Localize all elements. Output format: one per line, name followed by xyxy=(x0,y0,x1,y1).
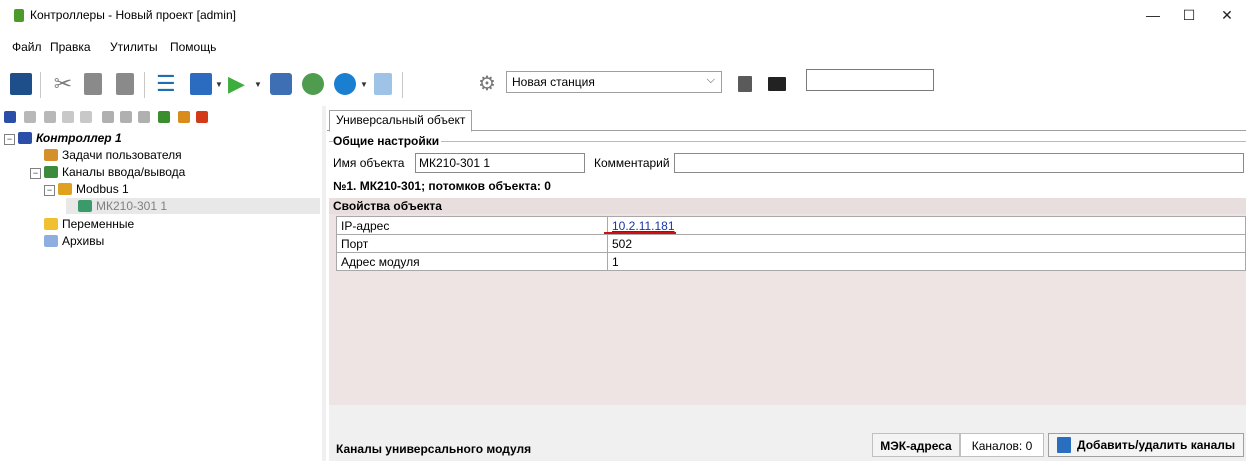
add-remove-channels-button[interactable]: Добавить/удалить каналы xyxy=(1048,433,1244,457)
channels-title: Каналы универсального модуля xyxy=(336,442,532,456)
add-variable-icon[interactable] xyxy=(80,111,92,123)
mek-addresses-tab[interactable]: МЭК-адреса xyxy=(872,433,960,457)
debug-icon[interactable] xyxy=(334,73,356,95)
tree-item-label: Каналы ввода/вывода xyxy=(62,165,186,179)
modbus-icon xyxy=(58,183,72,195)
ip-highlight-underline xyxy=(604,232,676,234)
paste-icon[interactable] xyxy=(116,73,134,95)
object-name-label: Имя объекта xyxy=(333,156,405,170)
tree-item-label: Контроллер 1 xyxy=(36,131,122,145)
save-icon[interactable] xyxy=(10,73,32,95)
collapse-icon[interactable]: − xyxy=(4,134,15,145)
table-row[interactable]: Порт 502 xyxy=(336,234,1246,253)
comment-label: Комментарий xyxy=(594,156,670,170)
tree-remove-icon[interactable] xyxy=(196,111,208,123)
sync-icon[interactable] xyxy=(302,73,324,95)
window-title: Контроллеры - Новый проект [admin] xyxy=(30,8,236,22)
run-dropdown-icon[interactable]: ▼ xyxy=(254,80,262,89)
tree-item-io-channels[interactable]: − Каналы ввода/вывода xyxy=(30,164,185,180)
io-channels-icon xyxy=(44,166,58,178)
app-icon xyxy=(14,9,24,22)
tree-item-label: Переменные xyxy=(62,217,135,231)
properties-title: Свойства объекта xyxy=(333,199,442,213)
property-key: Порт xyxy=(336,234,608,253)
property-key: Адрес модуля xyxy=(336,252,608,271)
tree-item-label: МК210-301 1 xyxy=(96,199,168,213)
document-icon[interactable] xyxy=(374,73,392,95)
property-key: IP-адрес xyxy=(336,216,608,235)
tree-sort-icon[interactable] xyxy=(178,111,190,123)
doc-list-icon[interactable] xyxy=(738,76,752,92)
toolbar-search-input[interactable] xyxy=(806,69,934,91)
collapse-icon[interactable]: − xyxy=(30,168,41,179)
variables-icon xyxy=(44,218,58,230)
controller-icon xyxy=(18,132,32,144)
cut-icon[interactable]: ✂ xyxy=(52,73,74,95)
menu-edit[interactable]: Правка xyxy=(50,40,91,54)
tree-item-modbus[interactable]: − Modbus 1 xyxy=(44,181,129,197)
add-remove-channels-label: Добавить/удалить каналы xyxy=(1077,438,1236,452)
tree-item-label: Задачи пользователя xyxy=(62,148,182,162)
add-module-icon[interactable] xyxy=(62,111,74,123)
tree-item-variables[interactable]: Переменные xyxy=(44,216,134,232)
comment-input[interactable] xyxy=(674,153,1244,173)
module-icon xyxy=(78,200,92,212)
settings-icon[interactable]: ⚙ xyxy=(478,73,500,95)
object-name-input[interactable]: МК210-301 1 xyxy=(415,153,585,173)
tree-item-controller[interactable]: − Контроллер 1 xyxy=(4,130,122,146)
project-tree: − Контроллер 1 Задачи пользователя − Канал… xyxy=(0,130,320,461)
archive-icon xyxy=(44,235,58,247)
add-task-icon[interactable] xyxy=(24,111,36,123)
menu-utilities[interactable]: Утилиты xyxy=(110,40,158,54)
tree-toolbar xyxy=(0,108,320,128)
tasks-icon xyxy=(44,149,58,161)
tree-item-label: Архивы xyxy=(62,234,105,248)
add-channel-icon[interactable] xyxy=(44,111,56,123)
properties-table: IP-адрес 10.2.11.181 Порт 502 Адрес моду… xyxy=(336,216,1246,271)
ip-address-value[interactable]: 10.2.11.181 xyxy=(612,219,675,233)
add-controller-icon[interactable] xyxy=(4,111,16,123)
download-icon[interactable] xyxy=(270,73,292,95)
title-bar: Контроллеры - Новый проект [admin] — ☐ ✕ xyxy=(0,0,1246,30)
list-icon[interactable]: ☰ xyxy=(156,73,178,95)
station-select[interactable]: Новая станция ⌵ xyxy=(506,71,722,93)
archive-node-icon[interactable] xyxy=(120,111,132,123)
property-value[interactable]: 10.2.11.181 xyxy=(607,216,1246,235)
copy-icon[interactable] xyxy=(84,73,102,95)
delete-node-icon[interactable] xyxy=(102,111,114,123)
tree-item-module[interactable]: МК210-301 1 xyxy=(66,198,320,214)
channels-count: Каналов: 0 xyxy=(960,433,1044,457)
menu-help[interactable]: Помощь xyxy=(170,40,216,54)
table-row[interactable]: IP-адрес 10.2.11.181 xyxy=(336,216,1246,235)
close-button[interactable]: ✕ xyxy=(1204,0,1246,30)
object-info: №1. МК210-301; потомков объекта: 0 xyxy=(333,179,551,193)
terminal-icon[interactable] xyxy=(768,77,786,91)
chevron-down-icon: ⌵ xyxy=(706,74,715,86)
property-value[interactable]: 1 xyxy=(607,252,1246,271)
group-title: Общие настройки xyxy=(333,134,442,148)
disable-node-icon[interactable] xyxy=(138,111,150,123)
collapse-icon[interactable]: − xyxy=(44,185,55,196)
tab-universal-object[interactable]: Универсальный объект xyxy=(329,110,473,132)
menu-bar: Файл Правка Утилиты Помощь xyxy=(0,40,1246,60)
tree-import-icon[interactable] xyxy=(158,111,170,123)
property-value[interactable]: 502 xyxy=(607,234,1246,253)
compile-icon[interactable] xyxy=(190,73,212,95)
tree-item-archives[interactable]: Архивы xyxy=(44,233,104,249)
debug-dropdown-icon[interactable]: ▼ xyxy=(360,80,368,89)
tree-item-user-tasks[interactable]: Задачи пользователя xyxy=(44,147,182,163)
tree-item-label: Modbus 1 xyxy=(76,182,129,196)
compile-dropdown-icon[interactable]: ▼ xyxy=(215,80,223,89)
menu-file[interactable]: Файл xyxy=(12,40,42,54)
run-icon[interactable]: ▶ xyxy=(228,73,250,95)
splitter[interactable] xyxy=(322,106,326,461)
table-row[interactable]: Адрес модуля 1 xyxy=(336,252,1246,271)
add-channel-icon xyxy=(1057,437,1071,453)
station-select-value: Новая станция xyxy=(512,75,595,89)
properties-header: Свойства объекта xyxy=(329,198,1246,214)
tab-strip: Универсальный объект xyxy=(327,108,1246,132)
